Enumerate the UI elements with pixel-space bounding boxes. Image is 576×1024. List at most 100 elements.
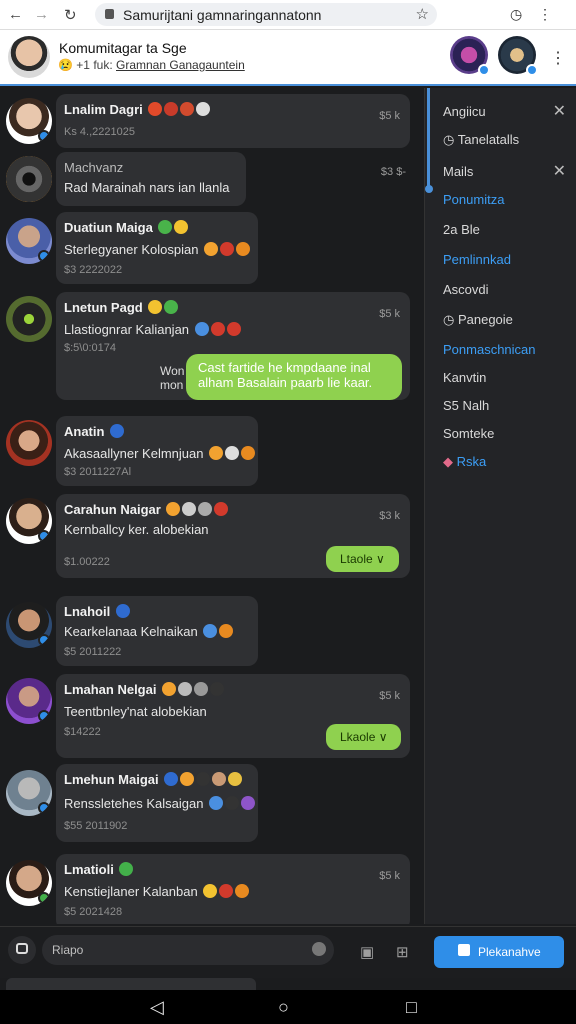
sidebar-item[interactable]: Ascovdi: [443, 282, 489, 297]
sidebar-item[interactable]: ◷ Tanelatalls: [443, 132, 519, 148]
list-item[interactable]: Lnahoil Kearkelanaa Kelnaikan $5 2011222: [0, 594, 422, 668]
list-item: [6, 978, 256, 990]
message-text: Sterlegyaner Kolospian: [64, 242, 251, 257]
message-stamp: $5 k: [379, 870, 400, 882]
sender-name-text: Lnahoil: [64, 604, 111, 619]
quoted-message[interactable]: Cast fartide he kmpdaane inal alham Basa…: [186, 354, 402, 400]
message-stamp: $5 k: [379, 308, 400, 320]
sidebar-item[interactable]: 2a Ble: [443, 222, 480, 237]
address-bar[interactable]: Samurijtani gamnaringannatonn ☆: [95, 3, 437, 26]
participant-avatar[interactable]: [498, 36, 538, 76]
camera-icon[interactable]: [8, 936, 36, 964]
scroll-handle[interactable]: [425, 185, 433, 193]
sidebar-item[interactable]: Kanvtin: [443, 370, 486, 385]
clock-icon: ◷: [443, 312, 455, 327]
emoji-icon: [204, 242, 219, 256]
reply-button[interactable]: Ltaole ∨: [326, 546, 399, 572]
message-stamp: $5 k: [379, 110, 400, 122]
close-icon[interactable]: ✕: [553, 101, 566, 121]
emoji-icon: [194, 682, 209, 696]
forward-icon[interactable]: →: [34, 6, 49, 23]
recents-icon[interactable]: □: [406, 997, 417, 1018]
avatar[interactable]: [6, 602, 52, 648]
list-item[interactable]: Lnalim Dagri Ks 4.,2221025 $5 k: [0, 92, 422, 150]
subtitle-link[interactable]: Gramnan Ganagauntein: [116, 58, 245, 72]
avatar[interactable]: [6, 218, 52, 264]
avatar[interactable]: [6, 860, 52, 906]
sidebar-item[interactable]: Ponumitza: [443, 192, 504, 207]
message-text-content: Llastiognrar Kalianjan: [64, 322, 190, 337]
emoji-icon: [214, 502, 229, 516]
message-stamp: $3 k: [379, 510, 400, 522]
sidebar-item[interactable]: ◷ Panegoie: [443, 312, 513, 328]
browser-toolbar: ← → ↻ Samurijtani gamnaringannatonn ☆ ◷ …: [0, 0, 576, 30]
sidebar-item[interactable]: ◆ Rska: [443, 454, 486, 470]
avatar[interactable]: [6, 156, 52, 202]
timer-icon[interactable]: ◷: [510, 6, 522, 23]
reload-icon[interactable]: ↻: [64, 6, 77, 24]
emoji-icon: 😢: [58, 58, 73, 72]
sidebar-item[interactable]: Angiicu: [443, 104, 486, 119]
list-item[interactable]: Lmehun Maigai Renssletehes Kalsaigan $55…: [0, 762, 422, 846]
star-icon[interactable]: ☆: [416, 5, 429, 23]
emoji-icon: [178, 682, 193, 696]
emoji-icon: [219, 624, 234, 638]
avatar[interactable]: [6, 770, 52, 816]
message-text-content: Renssletehes Kalsaigan: [64, 796, 204, 811]
emoji-icon: [110, 424, 125, 438]
list-item[interactable]: Lmatioli Kenstiejlaner Kalanban $5 20214…: [0, 852, 422, 924]
message-bubble: Machvanz Rad Marainah nars ian llanla: [56, 152, 246, 206]
menu-dots-icon[interactable]: ⋮: [538, 6, 552, 23]
verified-badge-icon: [526, 64, 538, 76]
message-bubble: Lnahoil Kearkelanaa Kelnaikan $5 2011222: [56, 596, 258, 666]
sidebar-item[interactable]: Somteke: [443, 426, 494, 441]
gift-icon[interactable]: ⊞: [396, 943, 409, 961]
verified-badge-icon: [38, 802, 50, 814]
participant-avatar[interactable]: [450, 36, 490, 76]
emoji-icon: [210, 682, 225, 696]
scroll-track[interactable]: [427, 88, 430, 188]
sidebar-item[interactable]: S5 Nalh: [443, 398, 489, 413]
message-text: Kenstiejlaner Kalanban: [64, 884, 250, 899]
list-item[interactable]: Duatiun Maiga Sterlegyaner Kolospian $3 …: [0, 210, 422, 284]
back-icon[interactable]: ←: [8, 6, 23, 23]
list-item[interactable]: Machvanz Rad Marainah nars ian llanla $3…: [0, 150, 422, 208]
avatar[interactable]: [6, 498, 52, 544]
list-item[interactable]: Anatin Akasaallyner Kelmnjuan $3 2011227…: [0, 414, 422, 486]
message-meta: Ks 4.,2221025: [64, 126, 135, 138]
sender-name-text: Lmatioli: [64, 862, 114, 877]
image-icon[interactable]: ▣: [360, 943, 374, 961]
chat-feed[interactable]: Lnalim Dagri Ks 4.,2221025 $5 k Machvanz…: [0, 88, 422, 924]
avatar[interactable]: [6, 420, 52, 466]
send-button[interactable]: Plekanahve: [434, 936, 564, 968]
message-input[interactable]: Riapo: [42, 935, 334, 965]
emoji-picker-icon[interactable]: [312, 942, 326, 956]
home-icon[interactable]: ○: [278, 997, 289, 1018]
sender-name: Carahun Naigar: [64, 502, 229, 517]
composer-bar: Riapo ▣ ⊞ Plekanahve: [0, 926, 576, 978]
chat-header: Komumitagar ta Sge 😢 +1 fuk: Gramnan Gan…: [0, 30, 576, 86]
message-bubble: Anatin Akasaallyner Kelmnjuan $3 2011227…: [56, 416, 258, 486]
avatar[interactable]: [6, 98, 52, 144]
sidebar-item[interactable]: Pemlinnkad: [443, 252, 511, 267]
message-meta: $3 2222022: [64, 264, 123, 276]
verified-badge-icon: [38, 130, 50, 142]
avatar[interactable]: [6, 296, 52, 342]
message-meta: $5 2021428: [64, 906, 123, 918]
online-badge-icon: [38, 892, 50, 904]
emoji-icon: [220, 242, 235, 256]
close-icon[interactable]: ✕: [553, 161, 566, 181]
sidebar-item[interactable]: Mails: [443, 164, 473, 179]
back-icon[interactable]: ◁: [150, 997, 164, 1018]
message-bubble: Duatiun Maiga Sterlegyaner Kolospian $3 …: [56, 212, 258, 284]
message-text: Llastiognrar Kalianjan: [64, 322, 241, 337]
more-options-icon[interactable]: ⋮: [550, 48, 566, 68]
avatar[interactable]: [8, 36, 50, 78]
message-meta: $3 2011227Al: [64, 466, 132, 478]
sender-name-text: Lmehun Maigai: [64, 772, 159, 787]
sidebar-item[interactable]: Ponmaschnican: [443, 342, 536, 357]
avatar[interactable]: [6, 678, 52, 724]
emoji-icon: [162, 682, 177, 696]
emoji-icon: [194, 322, 209, 336]
reply-button[interactable]: Lkaole ∨: [326, 724, 402, 750]
